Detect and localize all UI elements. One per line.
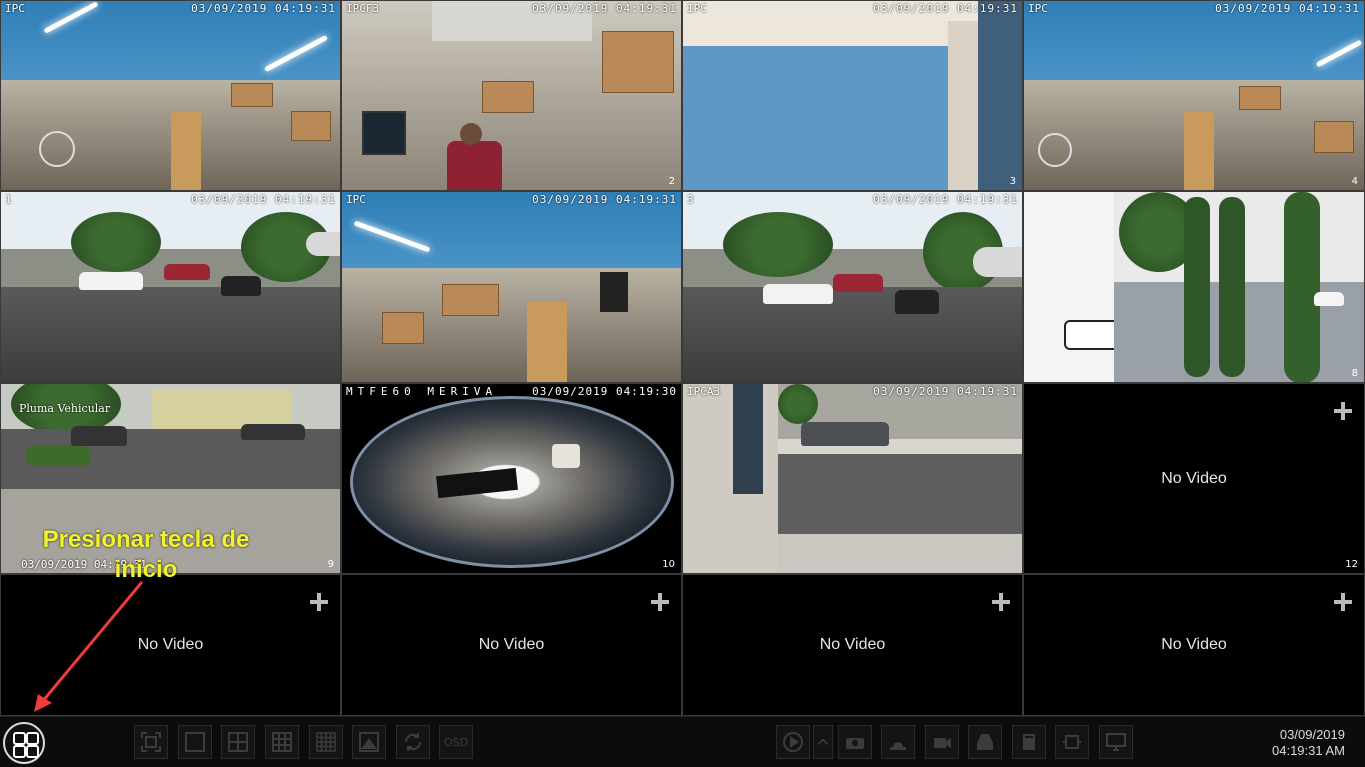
camera-timestamp: 03/09/2019 04:19:31 (191, 2, 336, 15)
camera-tile-2[interactable]: IPCF3 03/09/2019 04:19:31 2 (341, 0, 682, 191)
add-camera-icon[interactable] (1334, 402, 1352, 420)
camera-label: IPCF3 (346, 2, 380, 15)
camera-number: 4 (1351, 176, 1358, 187)
annotation-text: Presionar tecla de inicio (42, 526, 250, 583)
fullscreen-icon[interactable] (134, 725, 168, 759)
camera-grid: IPC 03/09/2019 04:19:31 IPCF3 03/09/2019… (0, 0, 1365, 716)
image-icon[interactable] (352, 725, 386, 759)
camera-tile-8[interactable]: 8 (1023, 191, 1365, 383)
record-icon[interactable] (925, 725, 959, 759)
camera-tile-3[interactable]: IPC 03/09/2019 04:19:31 3 (682, 0, 1023, 191)
camera-label: IPC (687, 2, 707, 15)
layout-9-icon[interactable] (265, 725, 299, 759)
clock: 03/09/2019 04:19:31 AM (1272, 727, 1345, 759)
camera-timestamp: 03/09/2019 04:19:31 (532, 2, 677, 15)
add-camera-icon[interactable] (1334, 593, 1352, 611)
camera-timestamp: 03/09/2019 04:19:30 (532, 385, 677, 398)
camera-tile-12[interactable]: No Video 12 (1023, 383, 1365, 574)
playback-icon[interactable] (776, 725, 810, 759)
backup-icon[interactable] (968, 725, 1002, 759)
layout-16-icon[interactable] (309, 725, 343, 759)
camera-tile-4[interactable]: IPC 03/09/2019 04:19:31 4 (1023, 0, 1365, 191)
camera-tile-11[interactable]: IPCA3 03/09/2019 04:19:31 (682, 383, 1023, 574)
camera-tile-5[interactable]: 1 03/09/2019 04:19:31 (0, 191, 341, 383)
camera-number: 12 (1345, 559, 1358, 570)
ptz-icon[interactable] (1055, 725, 1089, 759)
camera-overlay-label: Pluma Vehicular (19, 402, 111, 415)
camera-number: 3 (1009, 176, 1016, 187)
osd-button[interactable]: OSD (439, 725, 473, 759)
camera-tile-10[interactable]: MTFE60 MERIVA 03/09/2019 04:19:30 10 (341, 383, 682, 574)
camera-number: 8 (1351, 368, 1358, 379)
alarm-icon[interactable] (881, 725, 915, 759)
camera-number: 2 (668, 176, 675, 187)
camera-label: 3 (687, 193, 694, 206)
camera-timestamp: 03/09/2019 04:19:31 (1215, 2, 1360, 15)
camera-tile-16[interactable]: No Video (1023, 574, 1365, 716)
camera-timestamp: 03/09/2019 04:19:31 (532, 193, 677, 206)
no-video-label: No Video (478, 636, 545, 653)
camera-number: 9 (327, 559, 334, 570)
no-video-label: No Video (1161, 469, 1227, 487)
camera-tile-1[interactable]: IPC 03/09/2019 04:19:31 (0, 0, 341, 191)
camera-number: 10 (662, 559, 675, 570)
camera-timestamp: 03/09/2019 04:19:31 (873, 193, 1018, 206)
camera-tile-14[interactable]: No Video (341, 574, 682, 716)
refresh-icon[interactable] (396, 725, 430, 759)
start-menu-icon[interactable] (3, 722, 45, 764)
add-camera-icon[interactable] (651, 593, 669, 611)
no-video-label: No Video (1161, 636, 1227, 653)
add-camera-icon[interactable] (992, 593, 1010, 611)
camera-tile-15[interactable]: No Video (682, 574, 1023, 716)
camera-tile-6[interactable]: IPC 03/09/2019 04:19:31 (341, 191, 682, 383)
no-video-label: No Video (819, 636, 886, 653)
bottom-toolbar: OSD 03/09/2019 04:19:31 AM (0, 716, 1365, 767)
clock-time: 04:19:31 AM (1272, 743, 1345, 758)
add-camera-icon[interactable] (310, 593, 328, 611)
layout-4-icon[interactable] (221, 725, 255, 759)
layout-1-icon[interactable] (178, 725, 212, 759)
camera-timestamp: 03/09/2019 04:19:31 (873, 385, 1018, 398)
camera-timestamp: 03/09/2019 04:19:31 (873, 2, 1018, 15)
camera-label: IPC (1028, 2, 1048, 15)
camera-label: IPC (5, 2, 25, 15)
clock-date: 03/09/2019 (1279, 727, 1345, 742)
camera-tile-7[interactable]: 3 03/09/2019 04:19:31 (682, 191, 1023, 383)
camera-label: IPCA3 (687, 385, 721, 398)
camera-tile-13[interactable]: No Video (0, 574, 341, 716)
no-video-label: No Video (137, 636, 204, 653)
disk-icon[interactable] (1012, 725, 1046, 759)
expand-up-icon[interactable] (813, 725, 833, 759)
camera-label: MTFE60 MERIVA (346, 385, 498, 398)
camera-label: IPC (346, 193, 366, 206)
camera-timestamp: 03/09/2019 04:19:31 (191, 193, 336, 206)
monitor-icon[interactable] (1099, 725, 1133, 759)
camera-label: 1 (5, 193, 12, 206)
camera-icon[interactable] (838, 725, 872, 759)
